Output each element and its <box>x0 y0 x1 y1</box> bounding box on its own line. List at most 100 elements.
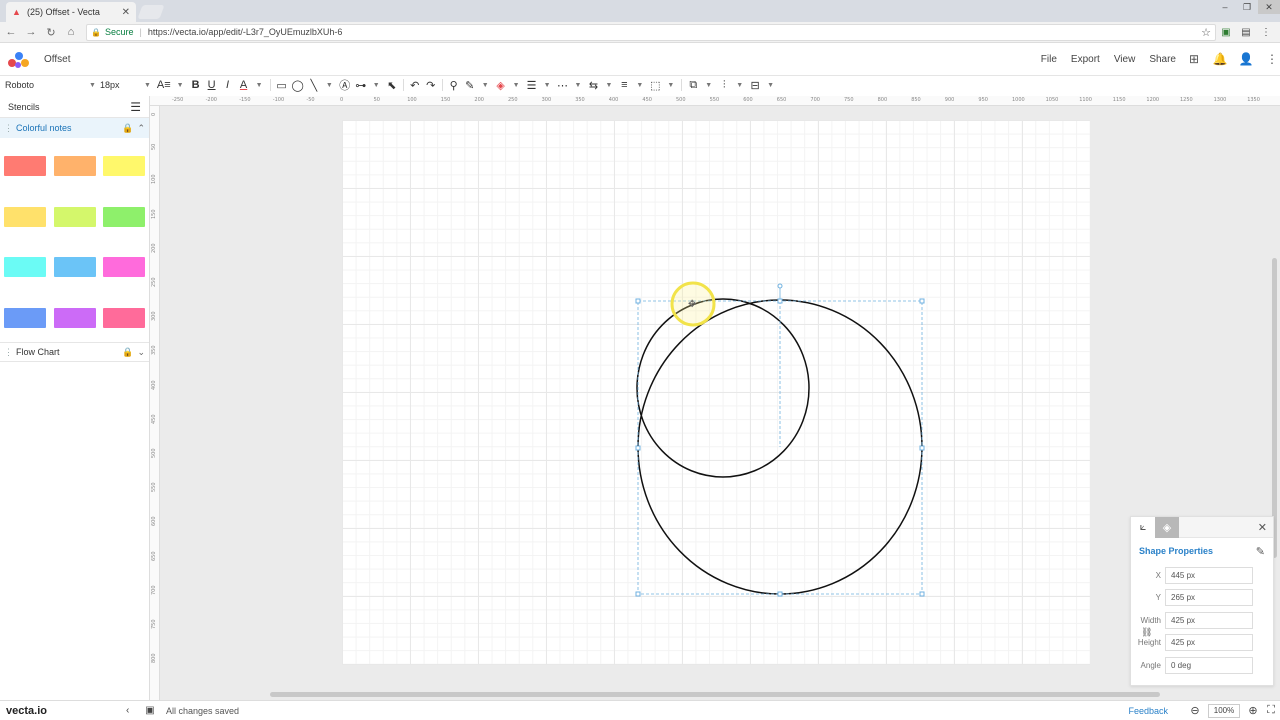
font-size-caret-icon[interactable]: ▼ <box>144 82 151 89</box>
distribute-icon[interactable]: ⊟ <box>747 79 763 92</box>
window-close-icon[interactable]: ✕ <box>1258 0 1280 14</box>
fullscreen-icon[interactable]: ⛶ <box>1262 704 1280 717</box>
lock-icon[interactable]: 🔒 <box>122 347 133 358</box>
menu-file[interactable]: File <box>1041 54 1057 65</box>
more-menu-icon[interactable]: ⋮ <box>1264 52 1280 66</box>
note-stencil[interactable] <box>53 257 96 277</box>
canvas-workspace[interactable] <box>160 106 1280 700</box>
font-size-select[interactable]: 18px <box>100 80 140 90</box>
italic-icon[interactable]: I <box>220 79 236 91</box>
resize-handle-left[interactable] <box>635 445 641 451</box>
note-stencil[interactable] <box>53 156 96 176</box>
line-spacing-caret-icon[interactable]: ▼ <box>177 82 184 89</box>
drag-handle-icon[interactable]: ⋮ <box>4 123 13 134</box>
pointer-tool-icon[interactable]: ⬉ <box>384 79 400 92</box>
panel-close-icon[interactable]: ✕ <box>1258 521 1267 534</box>
fill-color-icon[interactable]: ◈ <box>493 79 509 92</box>
extension-store-icon[interactable]: ▤ <box>1236 27 1256 38</box>
text-color-caret-icon[interactable]: ▼ <box>256 82 263 89</box>
line-style-icon[interactable]: ≡ <box>616 79 632 91</box>
distribute-caret-icon[interactable]: ▼ <box>767 82 774 89</box>
ellipse-tool-icon[interactable]: ◯ <box>290 79 306 92</box>
note-stencil[interactable] <box>103 206 145 227</box>
note-stencil[interactable] <box>53 307 96 328</box>
angle-field[interactable]: 0 deg <box>1165 656 1253 674</box>
x-field[interactable]: 445 px <box>1165 566 1253 584</box>
text-color-icon[interactable]: A <box>236 79 252 91</box>
resize-handle-bottom-left[interactable] <box>635 591 641 597</box>
collapse-chevron-up-icon[interactable]: ⌃ <box>137 123 145 134</box>
bookmark-star-icon[interactable]: ☆ <box>1201 26 1211 39</box>
resize-handle-bottom[interactable] <box>777 591 783 597</box>
menu-view[interactable]: View <box>1114 54 1136 65</box>
section-flow-chart[interactable]: ⋮ Flow Chart 🔒 ⌄ <box>0 342 149 362</box>
expand-chevron-down-icon[interactable]: ⌄ <box>137 347 145 358</box>
line-tool-icon[interactable]: ╲ <box>306 79 322 92</box>
width-field[interactable]: 425 px <box>1165 611 1253 629</box>
redo-icon[interactable]: ↷ <box>423 79 439 92</box>
drawing-page[interactable] <box>342 120 1090 665</box>
dash-style-caret-icon[interactable]: ▼ <box>575 82 582 89</box>
reload-icon[interactable]: ↻ <box>42 26 60 39</box>
home-icon[interactable]: ⌂ <box>62 26 80 38</box>
new-tab-button[interactable] <box>137 5 165 19</box>
arrange-caret-icon[interactable]: ▼ <box>705 82 712 89</box>
horizontal-scrollbar[interactable] <box>270 692 1160 697</box>
back-icon[interactable]: ← <box>2 26 20 38</box>
layout-icon[interactable]: ⊞ <box>1186 52 1202 66</box>
line-style-caret-icon[interactable]: ▼ <box>636 82 643 89</box>
zoom-out-icon[interactable]: ⊖ <box>1186 704 1204 717</box>
browser-tab[interactable]: ▲ (25) Offset - Vecta ✕ <box>6 2 136 22</box>
url-input[interactable]: 🔒 Secure | https://vecta.io/app/edit/-L3… <box>86 23 1216 41</box>
corner-radius-caret-icon[interactable]: ▼ <box>667 82 674 89</box>
note-stencil[interactable] <box>103 307 145 328</box>
edit-path-icon[interactable]: ✎ <box>1256 545 1265 558</box>
arrange-icon[interactable]: ⧉ <box>685 79 701 92</box>
resize-handle-bottom-right[interactable] <box>919 591 925 597</box>
note-stencil[interactable] <box>4 257 46 277</box>
drag-handle-icon[interactable]: ⋮ <box>4 347 13 358</box>
connector-tool-icon[interactable]: ⊶ <box>353 79 369 92</box>
underline-icon[interactable]: U <box>204 79 220 91</box>
stroke-width-caret-icon[interactable]: ▼ <box>544 82 551 89</box>
properties-tab-icon[interactable]: ⟀ <box>1131 516 1155 538</box>
arrow-style-icon[interactable]: ⇆ <box>585 79 601 92</box>
document-title[interactable]: Offset <box>44 54 71 65</box>
tab-close-icon[interactable]: ✕ <box>122 7 130 18</box>
vecta-logo[interactable] <box>6 47 30 71</box>
collapse-sidebar-icon[interactable]: ‹ <box>126 705 142 716</box>
dash-style-icon[interactable]: ⋯ <box>555 79 571 92</box>
page-settings-icon[interactable]: ▣ <box>142 705 158 716</box>
lock-icon[interactable]: 🔒 <box>122 123 133 134</box>
resize-handle-top[interactable] <box>777 298 783 304</box>
note-stencil[interactable] <box>4 307 46 328</box>
layers-tab-icon[interactable]: ◈ <box>1155 516 1179 538</box>
resize-handle-top-left[interactable] <box>635 298 641 304</box>
section-colorful-notes[interactable]: ⋮ Colorful notes 🔒 ⌃ <box>0 118 149 138</box>
notifications-icon[interactable]: 🔔 <box>1212 52 1228 66</box>
minimize-icon[interactable]: – <box>1214 0 1236 14</box>
stroke-color-icon[interactable]: ✎ <box>462 79 478 92</box>
align-icon[interactable]: ⫶ <box>716 79 732 92</box>
forward-icon[interactable]: → <box>22 26 40 38</box>
stroke-width-icon[interactable]: ☰ <box>524 79 540 92</box>
rectangle-tool-icon[interactable]: ▭ <box>274 79 290 92</box>
zoom-in-icon[interactable]: ⊕ <box>1244 704 1262 717</box>
text-tool-icon[interactable]: Ⓐ <box>337 77 353 93</box>
y-field[interactable]: 265 px <box>1165 589 1253 607</box>
arrow-style-caret-icon[interactable]: ▼ <box>605 82 612 89</box>
menu-share[interactable]: Share <box>1149 54 1176 65</box>
note-stencil[interactable] <box>103 156 145 176</box>
format-painter-icon[interactable]: ⚲ <box>446 79 462 92</box>
stencils-menu-icon[interactable]: ☰ <box>130 100 141 114</box>
line-spacing-icon[interactable]: A≡ <box>155 79 173 91</box>
undo-icon[interactable]: ↶ <box>407 79 423 92</box>
feedback-link[interactable]: Feedback <box>1128 706 1168 716</box>
menu-export[interactable]: Export <box>1071 54 1100 65</box>
bold-icon[interactable]: B <box>188 79 204 91</box>
note-stencil[interactable] <box>103 257 145 277</box>
rotation-handle[interactable] <box>777 283 783 289</box>
height-field[interactable]: 425 px <box>1165 634 1253 652</box>
font-family-caret-icon[interactable]: ▼ <box>89 82 96 89</box>
fill-color-caret-icon[interactable]: ▼ <box>513 82 520 89</box>
